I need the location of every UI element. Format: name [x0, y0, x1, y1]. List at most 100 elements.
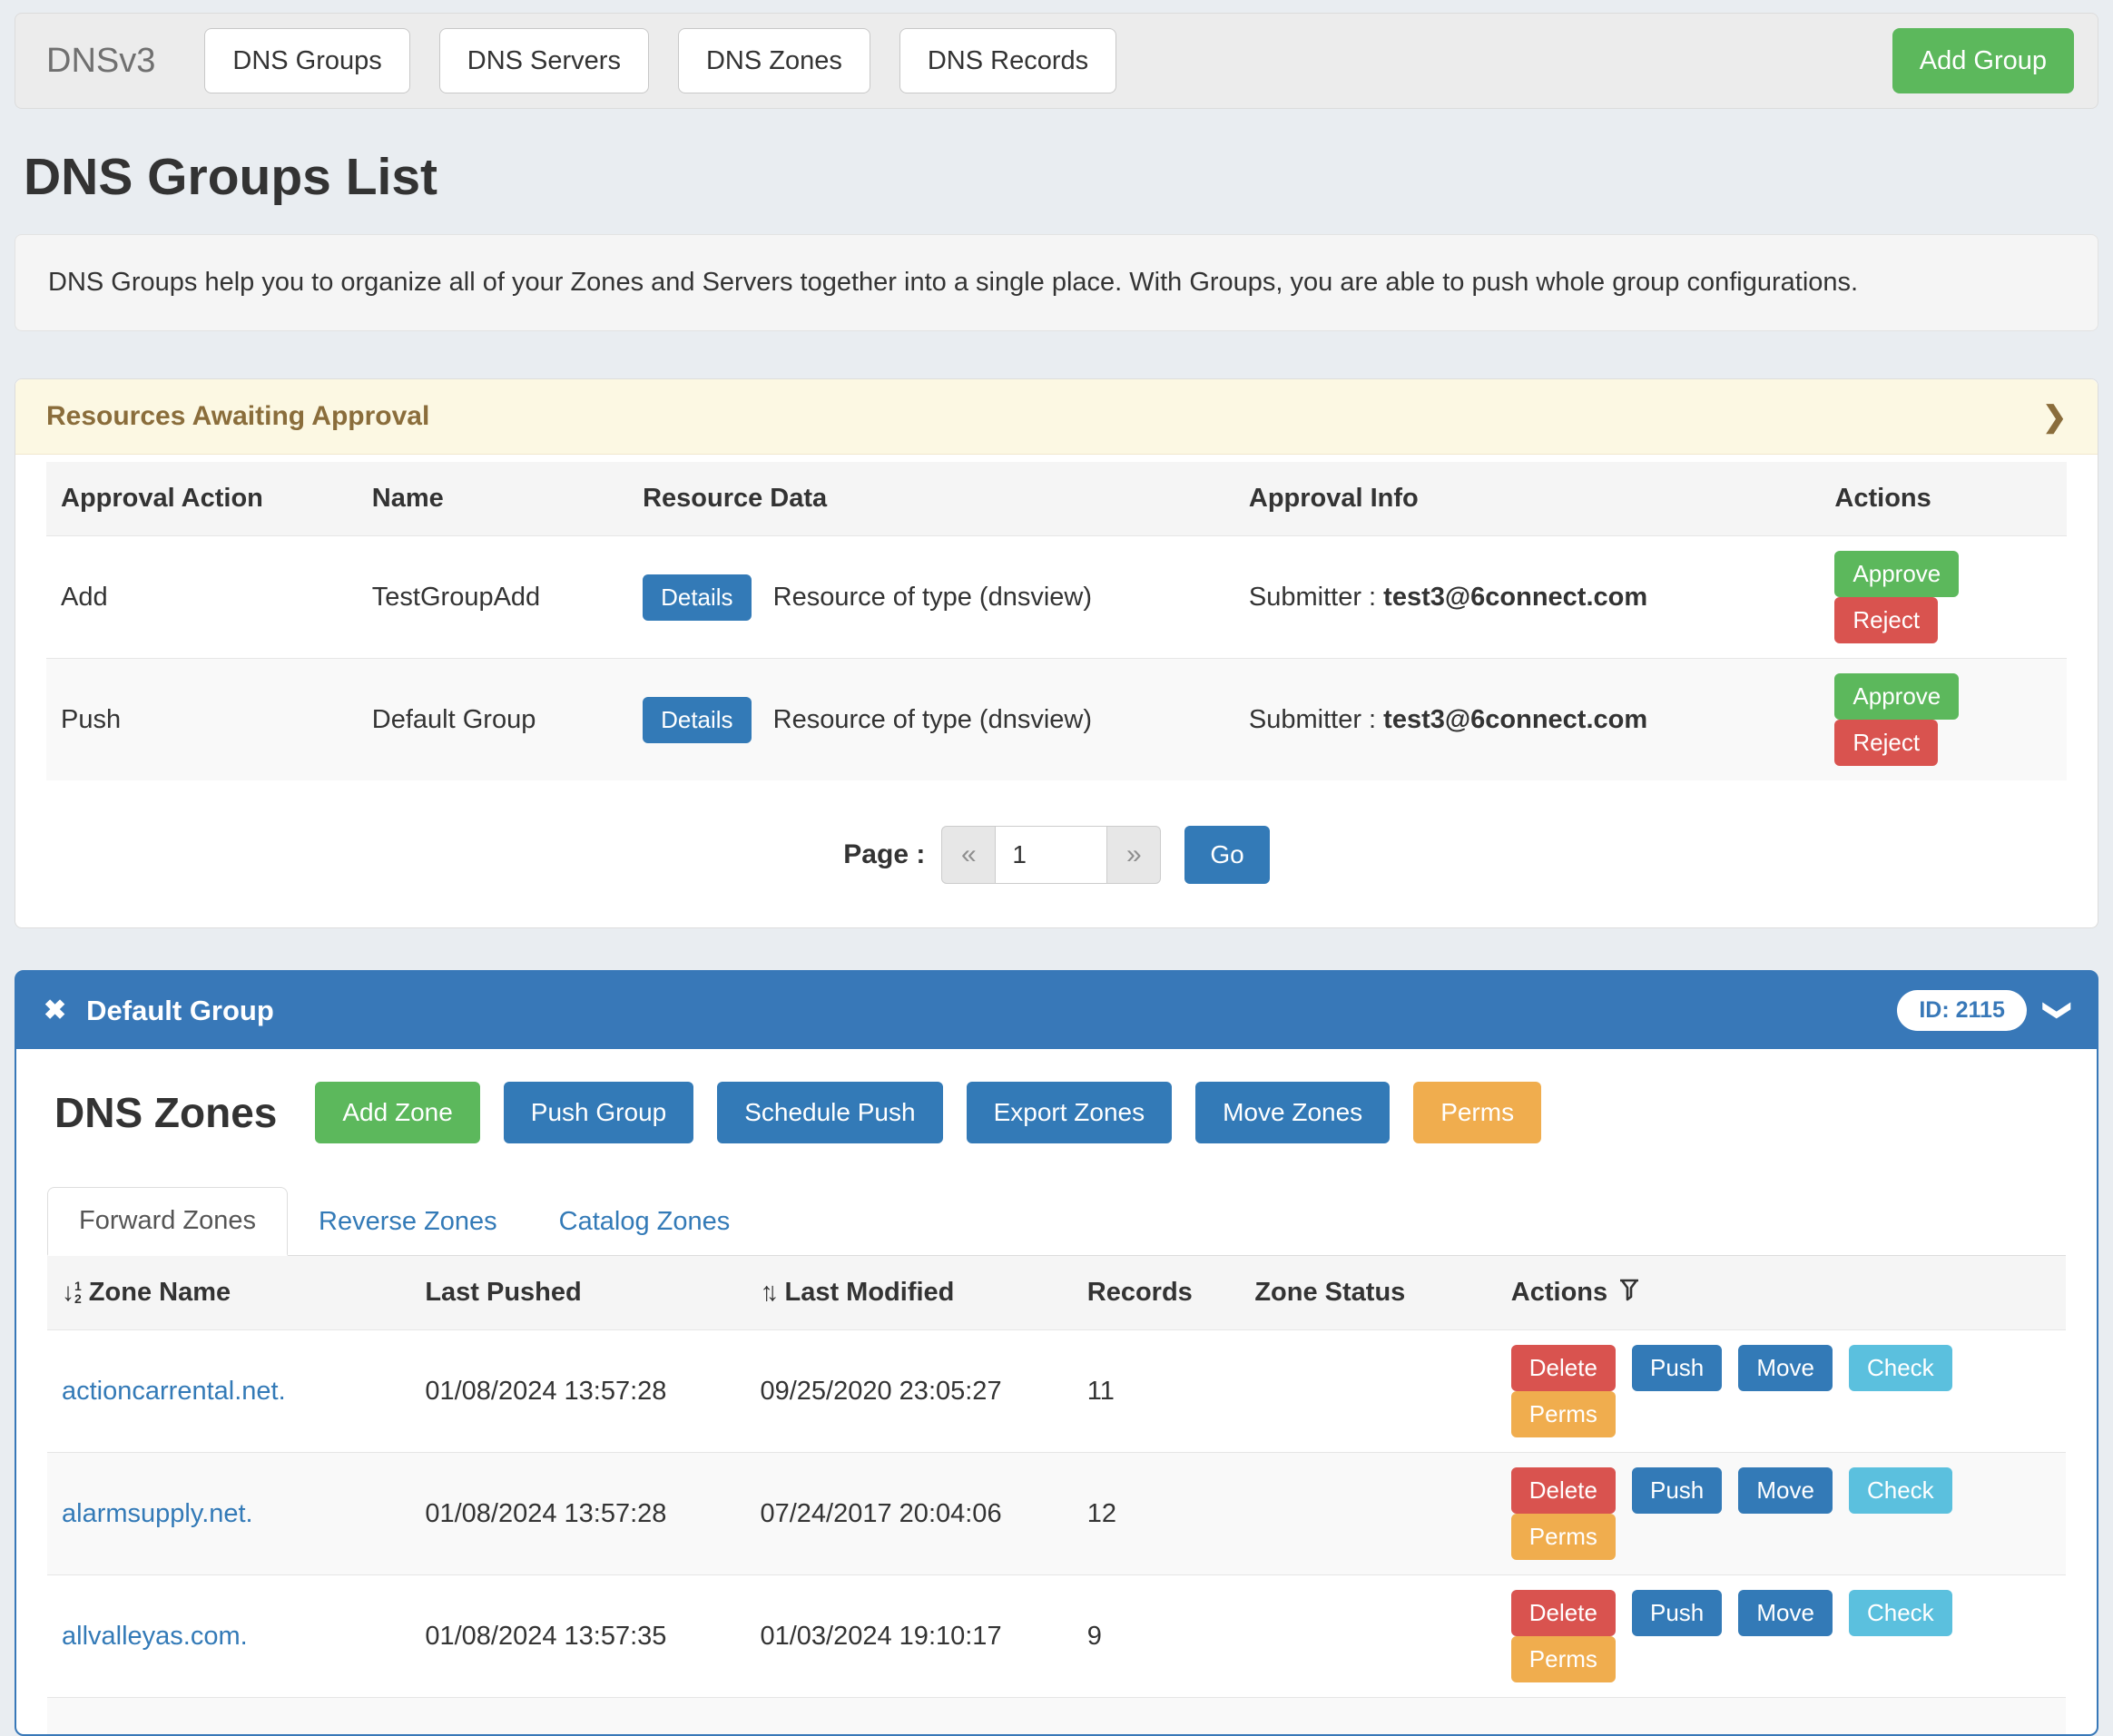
approval-info-cell: Submitter : test3@6connect.com	[1234, 659, 1821, 781]
perms-row-button[interactable]: Perms	[1511, 1636, 1616, 1682]
records-cell: 11	[1073, 1330, 1241, 1453]
zone-name-cell: actioncarrental.net.	[47, 1330, 410, 1453]
move-button[interactable]: Move	[1738, 1467, 1833, 1514]
pagination: Page : « » Go	[46, 826, 2067, 884]
check-button[interactable]: Check	[1849, 1467, 1952, 1514]
col-name: Name	[358, 462, 628, 536]
last-pushed-cell: 01/08/2024 13:57:28	[410, 1453, 745, 1575]
push-button[interactable]: Push	[1632, 1590, 1722, 1636]
approval-resource-cell: Details Resource of type (dnsview)	[628, 659, 1234, 781]
reject-button[interactable]: Reject	[1834, 597, 1938, 643]
check-button[interactable]: Check	[1849, 1345, 1952, 1391]
resource-description: Resource of type (dnsview)	[773, 705, 1092, 734]
zone-row: actioncarrental.net. 01/08/2024 13:57:28…	[47, 1330, 2066, 1453]
tab-catalog-zones[interactable]: Catalog Zones	[528, 1189, 762, 1255]
zone-status-cell	[1240, 1453, 1496, 1575]
push-button[interactable]: Push	[1632, 1345, 1722, 1391]
move-button[interactable]: Move	[1738, 1590, 1833, 1636]
approval-name-cell: TestGroupAdd	[358, 536, 628, 659]
col-resource-data: Resource Data	[628, 462, 1234, 536]
move-zones-button[interactable]: Move Zones	[1195, 1082, 1390, 1143]
zone-link[interactable]: actioncarrental.net.	[62, 1377, 286, 1406]
col-last-modified[interactable]: ↑↓Last Modified	[745, 1256, 1072, 1330]
col-row-actions: Actions	[1497, 1256, 2066, 1330]
go-button[interactable]: Go	[1184, 826, 1269, 884]
approval-actions-cell: Approve Reject	[1820, 536, 2067, 659]
delete-button[interactable]: Delete	[1511, 1345, 1616, 1391]
move-button[interactable]: Move	[1738, 1345, 1833, 1391]
zone-actions-cell: Delete Push Move Check Perms	[1497, 1453, 2066, 1575]
page-label: Page :	[843, 839, 925, 870]
zones-table-header-row: ↓12Zone Name Last Pushed ↑↓Last Modified…	[47, 1256, 2066, 1330]
app-brand: DNSv3	[46, 42, 155, 81]
sort-numeric-down-icon[interactable]: ↓12	[62, 1278, 82, 1307]
nav-dns-records[interactable]: DNS Records	[899, 28, 1116, 93]
approval-panel: Resources Awaiting Approval ❯ Approval A…	[15, 378, 2098, 928]
submitter-email: test3@6connect.com	[1383, 705, 1647, 734]
chevron-down-icon[interactable]: ❯	[2042, 999, 2074, 1022]
zone-row: alarmsupply.net. 01/08/2024 13:57:28 07/…	[47, 1453, 2066, 1575]
sort-updown-icon[interactable]: ↑↓	[760, 1278, 771, 1307]
page-description: DNS Groups help you to organize all of y…	[15, 234, 2098, 331]
page-title: DNS Groups List	[24, 147, 2098, 207]
approval-resource-cell: Details Resource of type (dnsview)	[628, 536, 1234, 659]
last-modified-cell: 01/03/2024 19:10:17	[745, 1575, 1072, 1698]
tab-forward-zones[interactable]: Forward Zones	[47, 1187, 288, 1256]
push-button[interactable]: Push	[1632, 1467, 1722, 1514]
check-button[interactable]: Check	[1849, 1590, 1952, 1636]
col-actions: Actions	[1820, 462, 2067, 536]
approval-action-cell: Add	[46, 536, 358, 659]
export-zones-button[interactable]: Export Zones	[967, 1082, 1173, 1143]
group-panel-header[interactable]: ✖ Default Group ID: 2115 ❯	[16, 972, 2097, 1049]
col-zone-name[interactable]: ↓12Zone Name	[47, 1256, 410, 1330]
approval-name-cell: Default Group	[358, 659, 628, 781]
nav-dns-zones[interactable]: DNS Zones	[678, 28, 870, 93]
add-group-button[interactable]: Add Group	[1892, 28, 2074, 93]
group-panel: ✖ Default Group ID: 2115 ❯ DNS Zones Add…	[15, 970, 2098, 1736]
close-icon[interactable]: ✖	[44, 997, 66, 1025]
filter-icon[interactable]	[1618, 1279, 1640, 1302]
chevron-right-icon[interactable]: ❯	[2042, 399, 2067, 434]
nav-dns-groups[interactable]: DNS Groups	[204, 28, 409, 93]
page-input[interactable]	[996, 826, 1106, 884]
add-zone-button[interactable]: Add Zone	[315, 1082, 479, 1143]
perms-row-button[interactable]: Perms	[1511, 1391, 1616, 1437]
zone-actions-cell: Delete Push Move Check Perms	[1497, 1330, 2066, 1453]
zone-link[interactable]: alarmsupply.net.	[62, 1499, 253, 1528]
page-container: DNS Groups List DNS Groups help you to o…	[0, 147, 2113, 1736]
zone-actions-cell: Delete Push Move Check Perms	[1497, 1575, 2066, 1698]
approval-table-header-row: Approval Action Name Resource Data Appro…	[46, 462, 2067, 536]
last-modified-cell: 07/24/2017 20:04:06	[745, 1453, 1072, 1575]
zone-link[interactable]: allvalleyas.com.	[62, 1622, 248, 1651]
last-pushed-cell: 01/08/2024 13:57:28	[410, 1330, 745, 1453]
approve-button[interactable]: Approve	[1834, 551, 1959, 597]
submitter-label: Submitter :	[1249, 583, 1376, 612]
prev-page-button[interactable]: «	[941, 826, 996, 884]
approval-panel-header[interactable]: Resources Awaiting Approval ❯	[15, 379, 2098, 455]
details-button[interactable]: Details	[643, 574, 751, 621]
submitter-label: Submitter :	[1249, 705, 1376, 734]
top-navbar: DNSv3 DNS Groups DNS Servers DNS Zones D…	[15, 13, 2098, 109]
last-modified-cell: 09/25/2020 23:05:27	[745, 1330, 1072, 1453]
records-cell: 12	[1073, 1453, 1241, 1575]
perms-button[interactable]: Perms	[1413, 1082, 1541, 1143]
zone-status-cell	[1240, 1575, 1496, 1698]
perms-row-button[interactable]: Perms	[1511, 1514, 1616, 1560]
delete-button[interactable]: Delete	[1511, 1467, 1616, 1514]
last-pushed-cell: 01/08/2024 13:57:35	[410, 1575, 745, 1698]
submitter-email: test3@6connect.com	[1383, 583, 1647, 612]
details-button[interactable]: Details	[643, 697, 751, 743]
schedule-push-button[interactable]: Schedule Push	[717, 1082, 942, 1143]
approval-panel-title: Resources Awaiting Approval	[46, 401, 429, 432]
zone-status-cell	[1240, 1330, 1496, 1453]
reject-button[interactable]: Reject	[1834, 720, 1938, 766]
nav-dns-servers[interactable]: DNS Servers	[439, 28, 649, 93]
zones-heading: DNS Zones	[54, 1088, 277, 1137]
next-page-button[interactable]: »	[1106, 826, 1161, 884]
delete-button[interactable]: Delete	[1511, 1590, 1616, 1636]
approve-button[interactable]: Approve	[1834, 673, 1959, 720]
tab-reverse-zones[interactable]: Reverse Zones	[288, 1189, 528, 1255]
group-panel-title: Default Group	[86, 995, 274, 1027]
group-panel-body: DNS Zones Add Zone Push Group Schedule P…	[16, 1049, 2097, 1734]
push-group-button[interactable]: Push Group	[504, 1082, 693, 1143]
